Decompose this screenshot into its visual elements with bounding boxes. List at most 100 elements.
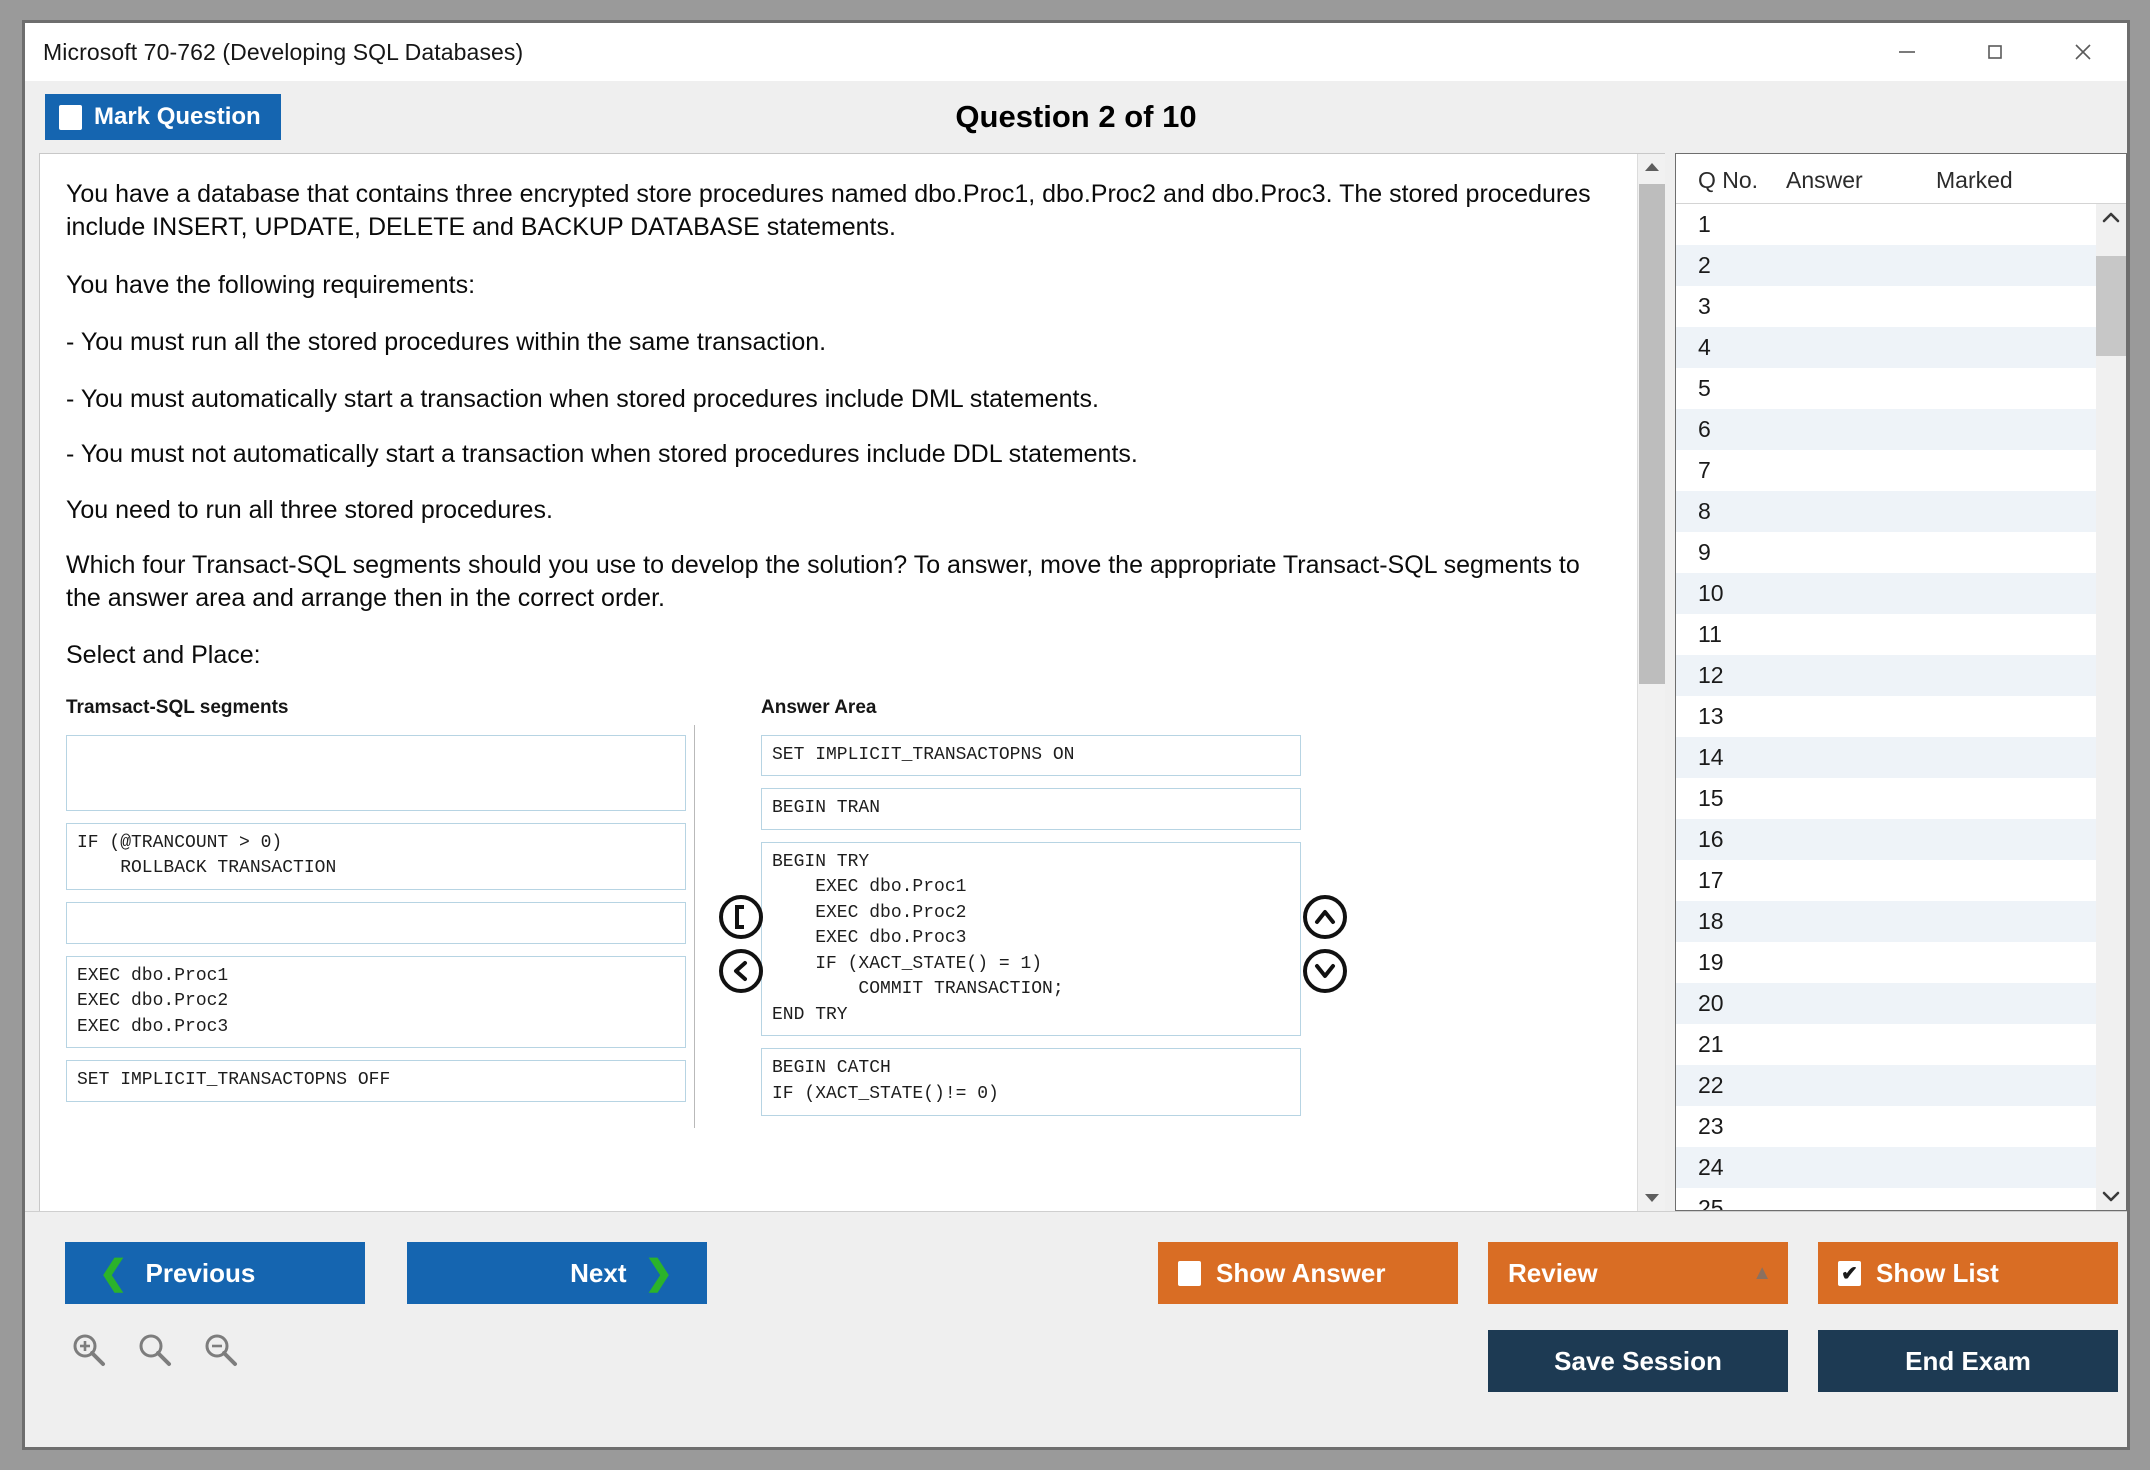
question-row-number: 22 xyxy=(1698,1072,1724,1098)
question-list-scrollbar[interactable] xyxy=(2096,204,2126,1210)
move-left-arrow-icon[interactable] xyxy=(719,948,763,993)
answer-segment-item[interactable]: BEGIN TRAN xyxy=(761,788,1301,830)
move-up-arrow-icon[interactable] xyxy=(1303,894,1347,939)
previous-label: Previous xyxy=(145,1257,256,1288)
question-list-row[interactable]: 9 xyxy=(1676,532,2096,573)
move-down-arrow-icon[interactable] xyxy=(1303,948,1347,993)
question-row-number: 25 xyxy=(1698,1195,1724,1210)
question-list-row[interactable]: 4 xyxy=(1676,327,2096,368)
question-list-row[interactable]: 14 xyxy=(1676,737,2096,778)
content-scrollbar-thumb[interactable] xyxy=(1639,184,1665,684)
previous-chevron-icon: ❮ xyxy=(99,1254,128,1292)
show-answer-button[interactable]: Show Answer xyxy=(1158,1242,1458,1304)
question-list-row[interactable]: 1 xyxy=(1676,204,2096,245)
question-list-row[interactable]: 6 xyxy=(1676,409,2096,450)
zoom-toolbar xyxy=(69,1330,241,1370)
exam-header: Mark Question Question 2 of 10 xyxy=(25,81,2127,153)
question-list[interactable]: 1 2 3 4 5 6 7 8 9 10 11 12 13 14 15 16 17 18 19 20 21 22 23 24 2… xyxy=(1676,204,2096,1210)
zoom-in-icon[interactable] xyxy=(69,1330,109,1370)
source-segment-item[interactable]: SET IMPLICIT_TRANSACTOPNS OFF xyxy=(66,1060,686,1102)
question-row-number: 17 xyxy=(1698,867,1724,893)
question-row-number: 15 xyxy=(1698,785,1724,811)
question-list-row[interactable]: 20 xyxy=(1676,983,2096,1024)
question-row-number: 3 xyxy=(1698,293,1711,319)
question-list-row[interactable]: 18 xyxy=(1676,901,2096,942)
question-content: You have a database that contains three … xyxy=(40,154,1637,1211)
mark-question-label: Mark Question xyxy=(94,103,261,130)
show-list-label: Show List xyxy=(1876,1257,1999,1288)
scroll-down-arrow-icon[interactable] xyxy=(1638,1185,1665,1211)
mark-question-button[interactable]: Mark Question xyxy=(45,94,281,140)
show-list-button[interactable]: ✔ Show List xyxy=(1818,1242,2118,1304)
content-scrollbar[interactable] xyxy=(1637,154,1665,1211)
question-row-number: 1 xyxy=(1698,211,1711,237)
question-list-row[interactable]: 8 xyxy=(1676,491,2096,532)
show-answer-checkbox-icon[interactable] xyxy=(1178,1260,1201,1286)
answer-segment-item[interactable]: SET IMPLICIT_TRANSACTOPNS ON xyxy=(761,734,1301,777)
question-list-row[interactable]: 10 xyxy=(1676,573,2096,614)
question-list-row[interactable]: 22 xyxy=(1676,1065,2096,1106)
question-row-number: 11 xyxy=(1698,621,1722,647)
mark-question-checkbox-icon[interactable] xyxy=(59,104,82,130)
question-list-row[interactable]: 13 xyxy=(1676,696,2096,737)
previous-button[interactable]: ❮ Previous xyxy=(65,1242,365,1304)
insert-bracket-icon[interactable] xyxy=(719,894,763,939)
list-scroll-down-arrow-icon[interactable] xyxy=(2096,1182,2126,1210)
question-list-row[interactable]: 2 xyxy=(1676,245,2096,286)
next-chevron-icon: ❯ xyxy=(644,1254,674,1292)
source-segments-column: Tramsact-SQL segments IF (@TRANCOUNT > 0… xyxy=(66,697,686,1128)
column-header-q-no: Q No. xyxy=(1698,167,1759,193)
question-list-header: Q No. Answer Marked xyxy=(1676,154,2126,204)
question-row-number: 19 xyxy=(1698,949,1724,975)
question-list-row[interactable]: 17 xyxy=(1676,860,2096,901)
save-session-button[interactable]: Save Session xyxy=(1488,1330,1788,1392)
answer-segment-item[interactable]: BEGIN TRY EXEC dbo.Proc1 EXEC dbo.Proc2 … xyxy=(761,841,1301,1037)
chevron-up-icon: ▲ xyxy=(1752,1261,1772,1284)
question-row-number: 12 xyxy=(1698,662,1724,688)
requirement-1: - You must automatically start a transac… xyxy=(66,385,1099,413)
minimize-icon[interactable] xyxy=(1863,23,1951,81)
question-list-row[interactable]: 11 xyxy=(1676,614,2096,655)
source-segment-item[interactable] xyxy=(66,901,686,944)
question-list-body: 1 2 3 4 5 6 7 8 9 10 11 12 13 14 15 16 17 18 19 20 21 22 23 24 2… xyxy=(1676,204,2126,1210)
question-list-row[interactable]: 16 xyxy=(1676,819,2096,860)
question-row-number: 6 xyxy=(1698,416,1711,442)
question-list-row[interactable]: 24 xyxy=(1676,1147,2096,1188)
question-type-label: You have a database that contains three … xyxy=(66,180,1591,242)
source-segment-item[interactable] xyxy=(66,734,686,811)
source-segment-item[interactable]: IF (@TRANCOUNT > 0) ROLLBACK TRANSACTION xyxy=(66,822,686,890)
end-exam-label: End Exam xyxy=(1905,1345,2031,1376)
close-icon[interactable] xyxy=(2039,23,2127,81)
question-list-row[interactable]: 23 xyxy=(1676,1106,2096,1147)
content-scrollbar-track[interactable] xyxy=(1638,180,1665,1185)
question-counter: Question 2 of 10 xyxy=(955,99,1197,134)
list-scrollbar-track[interactable] xyxy=(2096,232,2126,1182)
question-list-row[interactable]: 25 xyxy=(1676,1188,2096,1210)
question-list-row[interactable]: 12 xyxy=(1676,655,2096,696)
title-bar: Microsoft 70-762 (Developing SQL Databas… xyxy=(25,23,2127,81)
zoom-out-icon[interactable] xyxy=(201,1330,241,1370)
source-segment-item[interactable]: EXEC dbo.Proc1 EXEC dbo.Proc2 EXEC dbo.P… xyxy=(66,955,686,1049)
list-scroll-up-arrow-icon[interactable] xyxy=(2096,204,2126,232)
end-exam-button[interactable]: End Exam xyxy=(1818,1330,2118,1392)
question-list-row[interactable]: 19 xyxy=(1676,942,2096,983)
requirement-3: You need to run all three stored procedu… xyxy=(66,495,553,524)
list-scrollbar-thumb[interactable] xyxy=(2096,256,2126,356)
next-label: Next xyxy=(570,1257,627,1288)
next-button[interactable]: Next ❯ xyxy=(407,1242,707,1304)
show-list-checkbox-icon[interactable]: ✔ xyxy=(1838,1260,1861,1286)
question-list-row[interactable]: 5 xyxy=(1676,368,2096,409)
review-dropdown-button[interactable]: Review ▲ xyxy=(1488,1242,1788,1304)
question-list-row[interactable]: 3 xyxy=(1676,286,2096,327)
question-row-number: 9 xyxy=(1698,539,1711,565)
question-row-number: 2 xyxy=(1698,252,1711,278)
save-session-label: Save Session xyxy=(1554,1345,1722,1376)
zoom-reset-icon[interactable] xyxy=(135,1330,175,1370)
requirement-2: - You must not automatically start a tra… xyxy=(66,440,1138,469)
question-list-row[interactable]: 21 xyxy=(1676,1024,2096,1065)
answer-segment-item[interactable]: BEGIN CATCH IF (XACT_STATE()!= 0) xyxy=(761,1048,1301,1116)
maximize-icon[interactable] xyxy=(1951,23,2039,81)
question-list-row[interactable]: 15 xyxy=(1676,778,2096,819)
scroll-up-arrow-icon[interactable] xyxy=(1638,154,1665,180)
question-list-row[interactable]: 7 xyxy=(1676,450,2096,491)
